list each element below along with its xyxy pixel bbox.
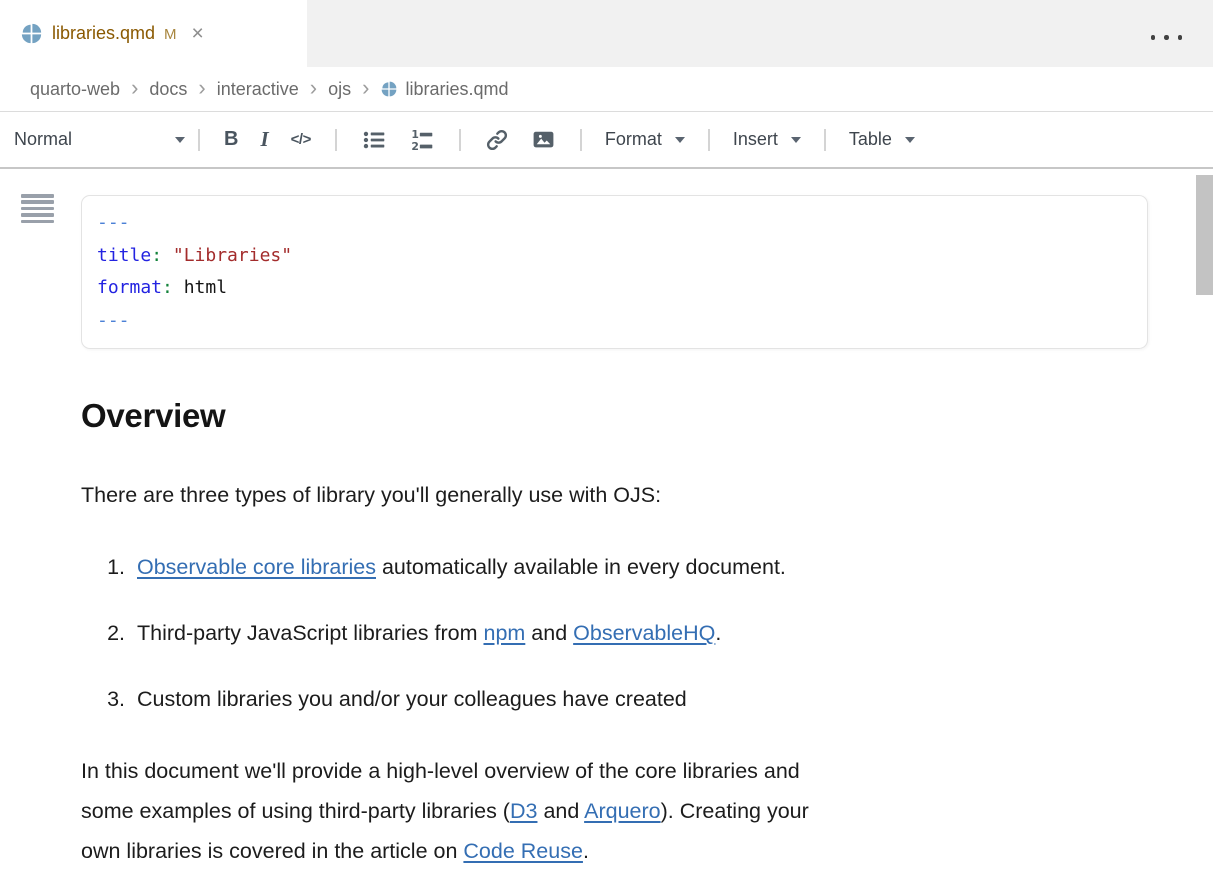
yaml-line: title: "Libraries" [97,240,1132,273]
formatting-toolbar: Normal B I </> 1 2 [0,112,1213,169]
quarto-icon [381,81,397,97]
breadcrumb-item-interactive[interactable]: interactive [217,79,299,100]
toolbar-divider [335,129,337,151]
tab-bar: libraries.qmd M × [0,0,1213,67]
yaml-front-matter-block[interactable]: --- title: "Libraries" format: html --- [81,195,1148,349]
toolbar-divider [580,129,582,151]
breadcrumb-item-quarto-web[interactable]: quarto-web [30,79,120,100]
intro-text: There are three types of library you'll … [81,483,661,507]
format-menu[interactable]: Format [605,129,685,150]
list-item-text: Custom libraries you and/or your colleag… [137,687,687,711]
breadcrumb-item-docs[interactable]: docs [149,79,187,100]
breadcrumb-item-ojs[interactable]: ojs [328,79,351,100]
table-menu[interactable]: Table [849,129,915,150]
link-button[interactable] [485,128,509,152]
insert-menu[interactable]: Insert [733,129,801,150]
block-drag-handle-icon[interactable] [21,194,54,226]
dot [1178,35,1183,40]
editor-content: --- title: "Libraries" format: html --- … [0,169,1213,889]
toolbar-divider [459,129,461,151]
svg-text:2: 2 [411,139,419,152]
dot [1151,35,1156,40]
link-observablehq[interactable]: ObservableHQ [573,621,715,645]
link-arquero[interactable]: Arquero [584,799,661,823]
yaml-line: --- [97,207,1132,240]
bullet-list-icon [361,127,387,153]
chevron-right-icon: › [362,75,369,104]
image-button[interactable] [531,127,556,152]
link-code-reuse[interactable]: Code Reuse [463,839,583,863]
modified-badge: M [164,24,177,43]
link-npm[interactable]: npm [483,621,525,645]
visual-editor-window: libraries.qmd M × quarto-web › docs › in… [0,0,1213,889]
chevron-right-icon: › [310,75,317,104]
chevron-down-icon [675,137,685,143]
numbered-list-button[interactable]: 1 2 [409,127,435,153]
bold-button[interactable]: B [224,128,238,151]
chevron-right-icon: › [198,75,205,104]
close-icon[interactable]: × [192,23,204,44]
image-icon [531,127,556,152]
list-item-core-libraries[interactable]: Observable core libraries automatically … [131,547,1213,587]
table-menu-label: Table [849,129,892,150]
yaml-line: format: html [97,272,1132,305]
breadcrumb: quarto-web › docs › interactive › ojs › … [0,67,1213,112]
library-types-list: Observable core libraries automatically … [81,547,1213,719]
chevron-down-icon [175,137,185,143]
list-item-text: . [715,621,721,645]
bullet-list-button[interactable] [361,127,387,153]
paragraph-style-value: Normal [14,129,72,150]
numbered-list-icon: 1 2 [409,127,435,153]
yaml-line: --- [97,305,1132,338]
toolbar-divider [708,129,710,151]
tab-libraries-qmd[interactable]: libraries.qmd M × [0,0,307,67]
intro-paragraph[interactable]: There are three types of library you'll … [81,475,1213,515]
link-observable-core-libraries[interactable]: Observable core libraries [137,555,376,579]
paragraph-text: and [537,799,584,823]
chevron-down-icon [791,137,801,143]
closing-paragraph[interactable]: In this document we'll provide a high-le… [81,751,1121,871]
link-icon [485,128,509,152]
list-item-third-party[interactable]: Third-party JavaScript libraries from np… [131,613,1213,653]
heading-overview[interactable]: Overview [81,397,1213,435]
insert-menu-label: Insert [733,129,778,150]
breadcrumb-item-file[interactable]: libraries.qmd [405,79,508,100]
chevron-down-icon [905,137,915,143]
toolbar-divider [824,129,826,151]
list-item-text: and [525,621,573,645]
list-item-text: automatically available in every documen… [376,555,786,579]
toolbar-divider [198,129,200,151]
format-menu-label: Format [605,129,662,150]
paragraph-text: . [583,839,589,863]
inline-code-button[interactable]: </> [291,131,311,148]
link-d3[interactable]: D3 [510,799,537,823]
italic-button[interactable]: I [260,127,268,152]
list-item-text: Third-party JavaScript libraries from [137,621,483,645]
more-actions-icon[interactable] [1147,31,1187,44]
dot [1164,35,1169,40]
quarto-icon [21,23,42,44]
paragraph-style-dropdown[interactable]: Normal [14,129,185,150]
list-item-custom-libraries[interactable]: Custom libraries you and/or your colleag… [131,679,1213,719]
chevron-right-icon: › [131,75,138,104]
scrollbar-thumb[interactable] [1196,175,1213,295]
tab-title: libraries.qmd [52,23,155,44]
